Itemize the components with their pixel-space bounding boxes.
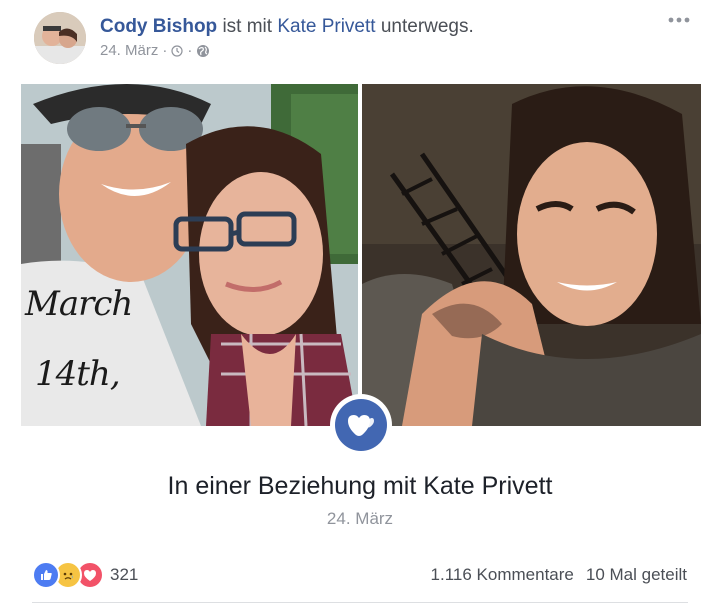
tagged-person-link[interactable]: Kate Privett: [277, 16, 375, 37]
reaction-count: 321: [110, 565, 139, 584]
reactions-summary[interactable]: 321: [32, 561, 138, 589]
heart-icon: [335, 399, 387, 451]
handwritten-text-line2: 14th,: [35, 354, 121, 394]
author-avatar[interactable]: [34, 12, 86, 64]
author-name-link[interactable]: Cody Bishop: [100, 16, 217, 37]
relationship-badge: [330, 394, 392, 456]
post-stats: 1.116 Kommentare 10 Mal geteilt: [431, 565, 687, 585]
comments-count-link[interactable]: 1.116 Kommentare: [431, 565, 574, 585]
post-date-link[interactable]: 24. März: [100, 42, 158, 59]
like-icon: [32, 561, 60, 589]
photo-couple-selfie[interactable]: March 14th,: [21, 84, 358, 426]
shares-count-link[interactable]: 10 Mal geteilt: [586, 565, 687, 585]
more-options-icon[interactable]: [666, 10, 692, 30]
header-connector-text: ist mit: [217, 16, 278, 37]
meta-separator-2: ·: [187, 42, 193, 59]
meta-separator: ·: [162, 42, 168, 59]
facebook-post: Cody Bishop ist mit Kate Privett unterwe…: [0, 0, 720, 611]
photo-woman-selfie[interactable]: [362, 84, 701, 426]
post-meta: 24. März · ·: [100, 42, 210, 59]
clock-icon: [171, 44, 183, 57]
handwritten-text-line1: March: [25, 284, 133, 324]
footer-divider: [32, 602, 688, 603]
post-header: Cody Bishop ist mit Kate Privett unterwe…: [100, 16, 474, 38]
relationship-event-title[interactable]: In einer Beziehung mit Kate Privett: [0, 472, 720, 501]
globe-icon[interactable]: [196, 44, 210, 58]
header-suffix-text: unterwegs.: [375, 16, 474, 37]
relationship-event-date: 24. März: [326, 509, 394, 528]
